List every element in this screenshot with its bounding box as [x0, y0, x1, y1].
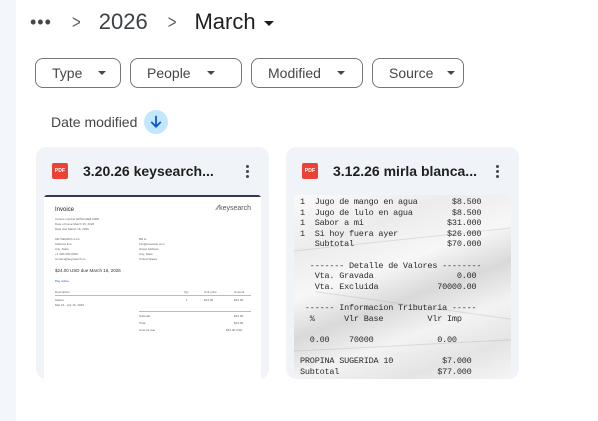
invoice-item-cell: 1 [186, 298, 188, 302]
receipt-line: ------ Informacion Tributaria ----- [300, 303, 477, 313]
invoice-divider [55, 295, 251, 296]
file-card-header: PDF 3.12.26 mirla blanca... [286, 147, 519, 195]
receipt-line: 1 Jugo de lulo en agua $8.500 [300, 207, 482, 218]
receipt-line: 0.00 70000 0.00 [300, 334, 457, 345]
chevron-right-icon: > [72, 10, 81, 34]
sort-row: Date modified [51, 110, 169, 134]
pdf-file-icon: PDF [302, 163, 318, 179]
invoice-total-label: Amount due [139, 328, 156, 332]
invoice-item-period: Mar 16 - Apr 16, 2026 [55, 303, 85, 307]
receipt-line: 1 Si hoy fuera ayer $26.000 [300, 228, 482, 239]
receipt-line: % Vlr Base Vlr Imp [300, 313, 462, 324]
receipt-line: 1 Sabor a mi $31.000 [300, 218, 482, 229]
more-horiz-icon[interactable]: ••• [30, 5, 52, 39]
invoice-amount-due: $24.00 USD due March 16, 2026 [55, 268, 121, 273]
left-rail [0, 0, 16, 421]
file-name: 3.12.26 mirla blanca... [333, 163, 477, 179]
invoice-item-cell: $24.00 [234, 298, 244, 302]
dropdown-caret-icon [98, 71, 107, 75]
pdf-file-icon: PDF [52, 163, 68, 179]
file-thumbnail: 1 Jugo de mango en agua $8.500 1 Jugo de … [294, 195, 511, 379]
filter-source-label: Source [389, 65, 434, 81]
filter-people-label: People [147, 65, 191, 81]
filter-people-chip[interactable]: People [130, 58, 242, 88]
invoice-meta-line: Date due March 16, 2026 [55, 227, 89, 231]
invoice-total-value: $24.00 [234, 321, 244, 325]
receipt-line: PROPINA SUGERIDA 10 $7.000 [300, 356, 472, 366]
filter-chips: Type People Modified Source [35, 58, 464, 88]
dropdown-caret-icon [447, 71, 456, 75]
chevron-right-icon: > [167, 10, 177, 34]
dropdown-caret-icon [263, 21, 274, 26]
file-name: 3.20.26 keysearch... [83, 163, 214, 179]
thumbnail-top-border [44, 195, 261, 197]
invoice-total-label: Total [139, 321, 146, 325]
breadcrumb: ••• > 2026 > March [30, 5, 274, 39]
invoice-total-value: $24.00 USD [226, 328, 243, 332]
invoice-column-header: Description [55, 290, 71, 294]
arrow-downward-icon [151, 115, 162, 128]
invoice-divider [139, 311, 251, 312]
dropdown-caret-icon [206, 71, 215, 75]
more-vert-icon[interactable] [237, 161, 257, 181]
file-card[interactable]: PDF 3.20.26 keysearch... Invoice ⁄⁄keyse… [36, 147, 269, 379]
breadcrumb-current-folder[interactable]: March [194, 5, 274, 39]
invoice-column-header: Amount [234, 290, 245, 294]
dropdown-caret-icon [336, 71, 345, 75]
file-thumbnail: Invoice ⁄⁄keysearch Invoice number EP9C1… [44, 195, 261, 379]
sort-direction-button[interactable] [144, 110, 169, 134]
breadcrumb-current-label: March [194, 9, 256, 34]
breadcrumb-item-year[interactable]: 2026 [99, 5, 148, 39]
invoice-item-cell: $24.00 [204, 298, 214, 302]
receipt-line: Vta. Gravada 0.00 [300, 271, 477, 282]
invoice-total-value: $24.00 [234, 314, 244, 318]
invoice-pay-link: Pay online [55, 279, 70, 283]
file-card-header: PDF 3.20.26 keysearch... [36, 147, 269, 195]
filter-modified-chip[interactable]: Modified [251, 58, 363, 88]
receipt-line: ------- Detalle de Valores -------- [300, 260, 482, 271]
invoice-column-header: Unit price [204, 290, 217, 294]
sort-label[interactable]: Date modified [51, 114, 137, 130]
receipt-line: Subtotal $77.000 [300, 366, 472, 377]
invoice-logo: ⁄⁄keysearch [216, 205, 251, 212]
receipt-line: Vta. Excluida 70000.00 [300, 281, 477, 292]
receipt-line: 1 Jugo de mango en agua $8.500 [300, 197, 482, 207]
filter-type-label: Type [52, 65, 83, 81]
invoice-total-label: Subtotal [139, 314, 151, 318]
invoice-from-line: contact@keysearch.co [55, 257, 86, 261]
receipt-line: Subtotal $70.000 [300, 239, 482, 250]
invoice-title: Invoice [55, 207, 75, 213]
invoice-column-header: Qty [184, 290, 189, 294]
more-vert-icon[interactable] [487, 161, 507, 181]
invoice-billto-line: United States [139, 257, 158, 261]
invoice-logo-text: keysearch [219, 205, 251, 212]
filter-modified-label: Modified [268, 65, 321, 81]
filter-type-chip[interactable]: Type [35, 58, 121, 88]
file-card[interactable]: PDF 3.12.26 mirla blanca... 1 Jugo de ma… [286, 147, 519, 379]
filter-source-chip[interactable]: Source [372, 58, 464, 88]
